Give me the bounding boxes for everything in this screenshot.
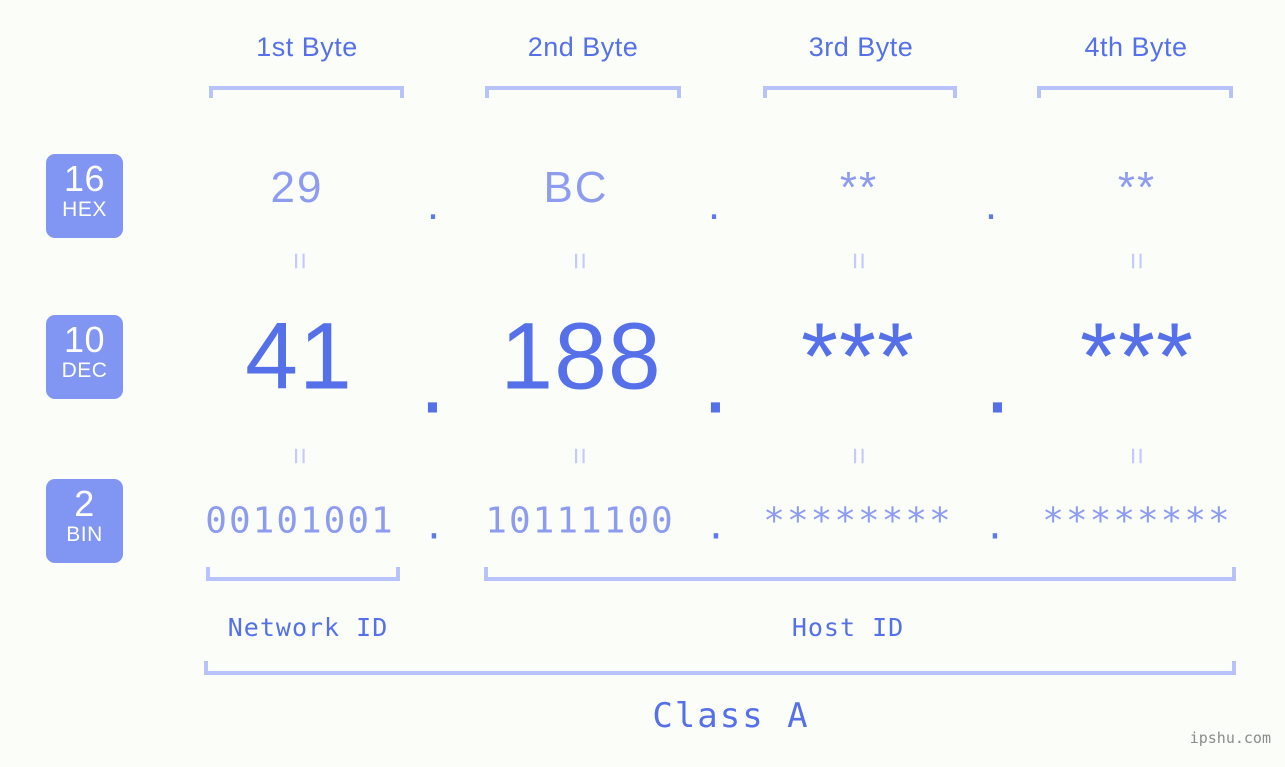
radix-badge-hex-label: HEX bbox=[62, 198, 107, 221]
equals-icon-hex-dec-4: = bbox=[1120, 252, 1153, 270]
bin-octet-3: ******** bbox=[763, 500, 953, 542]
byte-bracket-2 bbox=[485, 86, 681, 98]
equals-icon-dec-bin-3: = bbox=[842, 447, 875, 465]
network-id-bracket bbox=[206, 567, 400, 581]
bin-separator-1: . bbox=[423, 506, 447, 548]
hex-octet-3: ** bbox=[839, 163, 879, 212]
site-watermark: ipshu.com bbox=[1189, 729, 1271, 747]
radix-badge-dec-number: 10 bbox=[63, 319, 106, 360]
equals-icon-hex-dec-2: = bbox=[563, 252, 596, 270]
radix-badge-dec: 10 DEC bbox=[46, 315, 123, 399]
dec-octet-4: *** bbox=[1080, 303, 1194, 410]
byte-bracket-3 bbox=[763, 86, 957, 98]
dec-separator-1: . bbox=[419, 327, 447, 434]
byte-header-2: 2nd Byte bbox=[527, 32, 639, 62]
equals-icon-dec-bin-4: = bbox=[1120, 447, 1153, 465]
ip-byte-breakdown-diagram: 1st Byte 2nd Byte 3rd Byte 4th Byte 16 H… bbox=[0, 0, 1285, 767]
hex-separator-1: . bbox=[426, 180, 442, 229]
dec-octet-2: 188 bbox=[500, 303, 662, 410]
bin-octet-4: ******** bbox=[1042, 500, 1232, 542]
bin-separator-3: . bbox=[984, 506, 1008, 548]
class-label: Class A bbox=[652, 696, 810, 736]
radix-badge-hex-number: 16 bbox=[63, 158, 106, 199]
dec-octet-3: *** bbox=[801, 303, 915, 410]
equals-icon-dec-bin-2: = bbox=[563, 447, 596, 465]
bin-octet-2: 10111100 bbox=[485, 500, 675, 542]
radix-badge-bin: 2 BIN bbox=[46, 479, 123, 563]
hex-octet-1: 29 bbox=[270, 163, 324, 212]
byte-header-4: 4th Byte bbox=[1084, 32, 1188, 62]
host-id-label: Host ID bbox=[791, 613, 905, 642]
hex-octet-4: ** bbox=[1117, 163, 1157, 212]
equals-icon-hex-dec-3: = bbox=[842, 252, 875, 270]
radix-badge-dec-label: DEC bbox=[61, 359, 108, 382]
dec-separator-2: . bbox=[702, 327, 730, 434]
bin-separator-2: . bbox=[705, 506, 729, 548]
byte-header-3: 3rd Byte bbox=[808, 32, 914, 62]
dec-octet-1: 41 bbox=[245, 303, 353, 410]
radix-badge-hex: 16 HEX bbox=[46, 154, 123, 238]
class-bracket bbox=[204, 661, 1236, 675]
network-id-label: Network ID bbox=[227, 613, 389, 642]
dec-separator-3: . bbox=[984, 327, 1012, 434]
hex-octet-2: BC bbox=[543, 163, 609, 212]
radix-badge-bin-number: 2 bbox=[74, 483, 95, 524]
host-id-bracket bbox=[484, 567, 1236, 581]
radix-badge-bin-label: BIN bbox=[66, 523, 103, 546]
hex-separator-2: . bbox=[707, 180, 723, 229]
equals-icon-hex-dec-1: = bbox=[283, 252, 316, 270]
bin-octet-1: 00101001 bbox=[205, 500, 395, 542]
byte-bracket-1 bbox=[209, 86, 404, 98]
byte-header-1: 1st Byte bbox=[256, 32, 358, 62]
byte-bracket-4 bbox=[1037, 86, 1233, 98]
hex-separator-3: . bbox=[984, 180, 1000, 229]
equals-icon-dec-bin-1: = bbox=[283, 447, 316, 465]
